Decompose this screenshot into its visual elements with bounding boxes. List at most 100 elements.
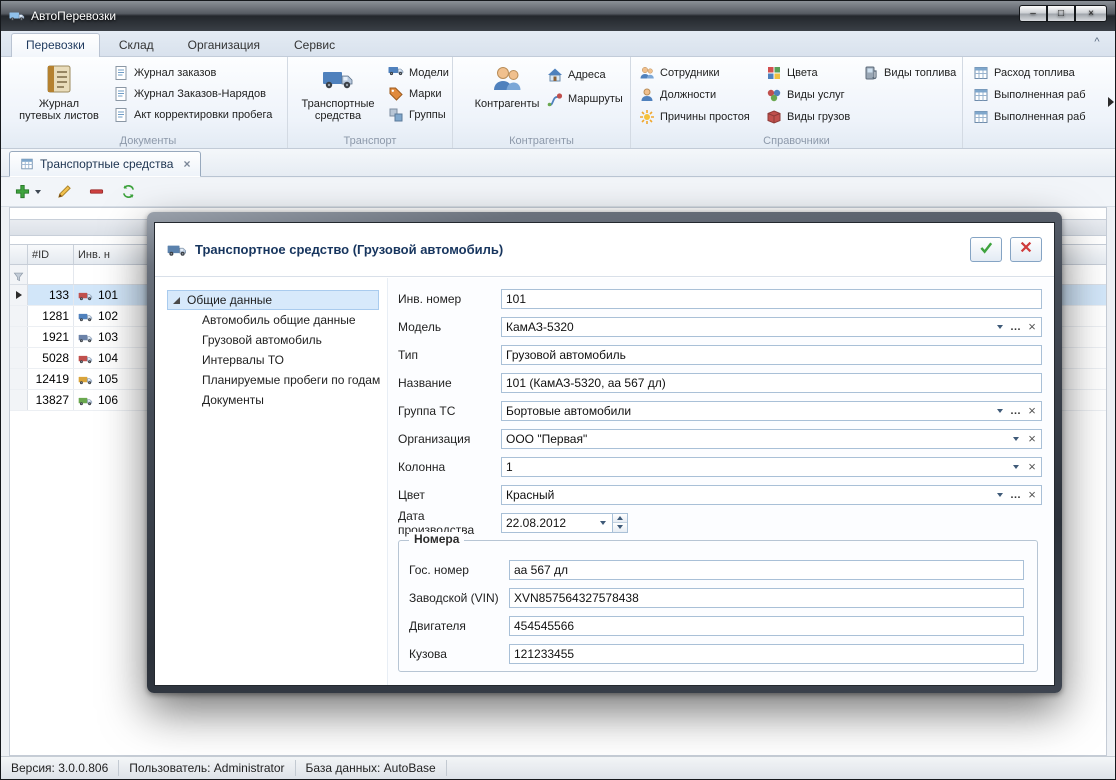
ribbon-tab-organizaciya[interactable]: Организация [173, 33, 275, 57]
model-input[interactable] [506, 320, 992, 334]
tree-expander-icon[interactable] [173, 297, 180, 304]
spin-down-icon[interactable] [613, 522, 627, 532]
clear-icon[interactable]: × [1024, 486, 1040, 504]
big-button-waybill-journal[interactable]: Журнал путевых листов [15, 61, 103, 124]
ribbon-scroll-right-icon[interactable] [1108, 97, 1114, 107]
ribbon-item-completed-work-1[interactable]: Выполненная раб [973, 85, 1086, 105]
clear-icon[interactable]: × [1024, 402, 1040, 420]
dropdown-icon[interactable] [992, 486, 1008, 504]
clear-icon[interactable]: × [1024, 430, 1040, 448]
maximize-button[interactable]: □ [1047, 5, 1075, 22]
inv-number-field[interactable] [501, 289, 1042, 309]
status-database: База данных: AutoBase [296, 760, 447, 776]
ribbon-item-routes[interactable]: Маршруты [547, 89, 623, 109]
engine-number-input[interactable] [514, 619, 1022, 633]
field-label: Гос. номер [409, 563, 509, 577]
tab-close-icon[interactable]: × [183, 157, 190, 171]
ribbon-item-fuel-types[interactable]: Виды топлива [863, 63, 956, 83]
body-number-input[interactable] [514, 647, 1022, 661]
color-input[interactable] [506, 488, 992, 502]
ribbon-item-models[interactable]: Модели [388, 63, 449, 83]
dialog-ok-button[interactable] [970, 237, 1002, 262]
ellipsis-icon[interactable]: … [1008, 402, 1024, 420]
ribbon-item-cargo-types[interactable]: Виды грузов [766, 107, 850, 127]
fuel-icon [863, 65, 879, 81]
model-field[interactable]: … × [501, 317, 1042, 337]
dropdown-icon[interactable] [992, 402, 1008, 420]
form-row-plate-number: Гос. номер [409, 559, 1024, 580]
vin-field[interactable] [509, 588, 1024, 608]
ribbon-group-contractors: Контрагенты Адреса Маршруты Контрагенты [453, 57, 631, 148]
organization-field[interactable]: × [501, 429, 1042, 449]
type-input[interactable] [506, 348, 1040, 362]
row-indicator [10, 285, 28, 305]
column-header-id[interactable]: #ID [28, 245, 74, 264]
ribbon-item-groups[interactable]: Группы [388, 105, 446, 125]
big-button-vehicles[interactable]: Транспортные средства [294, 61, 382, 124]
plate-number-field[interactable] [509, 560, 1024, 580]
ribbon-tab-perevozki[interactable]: Перевозки [11, 33, 100, 57]
dropdown-icon[interactable] [992, 318, 1008, 336]
production-date-input[interactable] [506, 516, 595, 530]
ellipsis-icon[interactable]: … [1008, 486, 1024, 504]
ribbon-tab-sklad[interactable]: Склад [104, 33, 169, 57]
group-label-references: Справочники [631, 135, 962, 147]
vehicle-group-field[interactable]: … × [501, 401, 1042, 421]
tree-item-maintenance-intervals[interactable]: Интервалы ТО [155, 350, 387, 370]
filter-cell[interactable] [28, 265, 74, 284]
ribbon-item-fuel-consumption[interactable]: Расход топлива [973, 63, 1075, 83]
add-button[interactable] [15, 184, 41, 200]
clear-icon[interactable]: × [1024, 318, 1040, 336]
name-field[interactable] [501, 373, 1042, 393]
tree-item-auto-general[interactable]: Автомобиль общие данные [155, 310, 387, 330]
big-button-contractors[interactable]: Контрагенты [463, 61, 551, 112]
spin-up-icon[interactable] [613, 514, 627, 523]
ribbon-item-mileage-correction[interactable]: Акт корректировки пробега [113, 105, 272, 125]
dropdown-icon[interactable] [1008, 458, 1024, 476]
dropdown-icon[interactable] [1008, 430, 1024, 448]
tab-vehicles[interactable]: Транспортные средства × [9, 151, 201, 177]
ribbon-item-addresses[interactable]: Адреса [547, 65, 606, 85]
tree-item-planned-mileage[interactable]: Планируемые пробеги по годам [155, 370, 387, 390]
ribbon-item-order-journal[interactable]: Журнал заказов [113, 63, 216, 83]
item-label: Журнал заказов [134, 67, 216, 79]
ribbon-item-positions[interactable]: Должности [639, 85, 716, 105]
vin-input[interactable] [514, 591, 1022, 605]
form-row-organization: Организация × [398, 428, 1042, 449]
name-input[interactable] [506, 376, 1040, 390]
inv-number-input[interactable] [506, 292, 1040, 306]
date-spinner[interactable] [613, 513, 628, 533]
ribbon-item-completed-work-2[interactable]: Выполненная раб [973, 107, 1086, 127]
minimize-button[interactable]: – [1019, 5, 1047, 22]
dialog-cancel-button[interactable] [1010, 237, 1042, 262]
delete-button[interactable] [89, 184, 105, 200]
tree-item-documents[interactable]: Документы [155, 390, 387, 410]
tree-item-general[interactable]: Общие данные [167, 290, 379, 310]
ribbon-tab-servis[interactable]: Сервис [279, 33, 350, 57]
column-input[interactable] [506, 460, 1008, 474]
ellipsis-icon[interactable]: … [1008, 318, 1024, 336]
clear-icon[interactable]: × [1024, 458, 1040, 476]
column-field[interactable]: × [501, 457, 1042, 477]
ribbon-item-workorder-journal[interactable]: Журнал Заказов-Нарядов [113, 84, 266, 104]
plate-number-input[interactable] [514, 563, 1022, 577]
ribbon-item-colors[interactable]: Цвета [766, 63, 818, 83]
close-button[interactable]: × [1075, 5, 1107, 22]
dropdown-icon[interactable] [595, 514, 611, 532]
ribbon-item-service-types[interactable]: Виды услуг [766, 85, 845, 105]
type-field[interactable] [501, 345, 1042, 365]
body-number-field[interactable] [509, 644, 1024, 664]
tree-item-truck[interactable]: Грузовой автомобиль [155, 330, 387, 350]
ribbon-item-employees[interactable]: Сотрудники [639, 63, 720, 83]
refresh-button[interactable] [121, 184, 137, 200]
vehicle-group-input[interactable] [506, 404, 992, 418]
color-field[interactable]: … × [501, 485, 1042, 505]
ribbon-collapse-icon[interactable]: ^ [1089, 35, 1105, 51]
document-icon [113, 107, 129, 123]
production-date-field[interactable] [501, 513, 613, 533]
engine-number-field[interactable] [509, 616, 1024, 636]
ribbon-item-brands[interactable]: Марки [388, 84, 441, 104]
ribbon-item-downtime-reasons[interactable]: Причины простоя [639, 107, 750, 127]
organization-input[interactable] [506, 432, 1008, 446]
edit-button[interactable] [57, 184, 73, 200]
